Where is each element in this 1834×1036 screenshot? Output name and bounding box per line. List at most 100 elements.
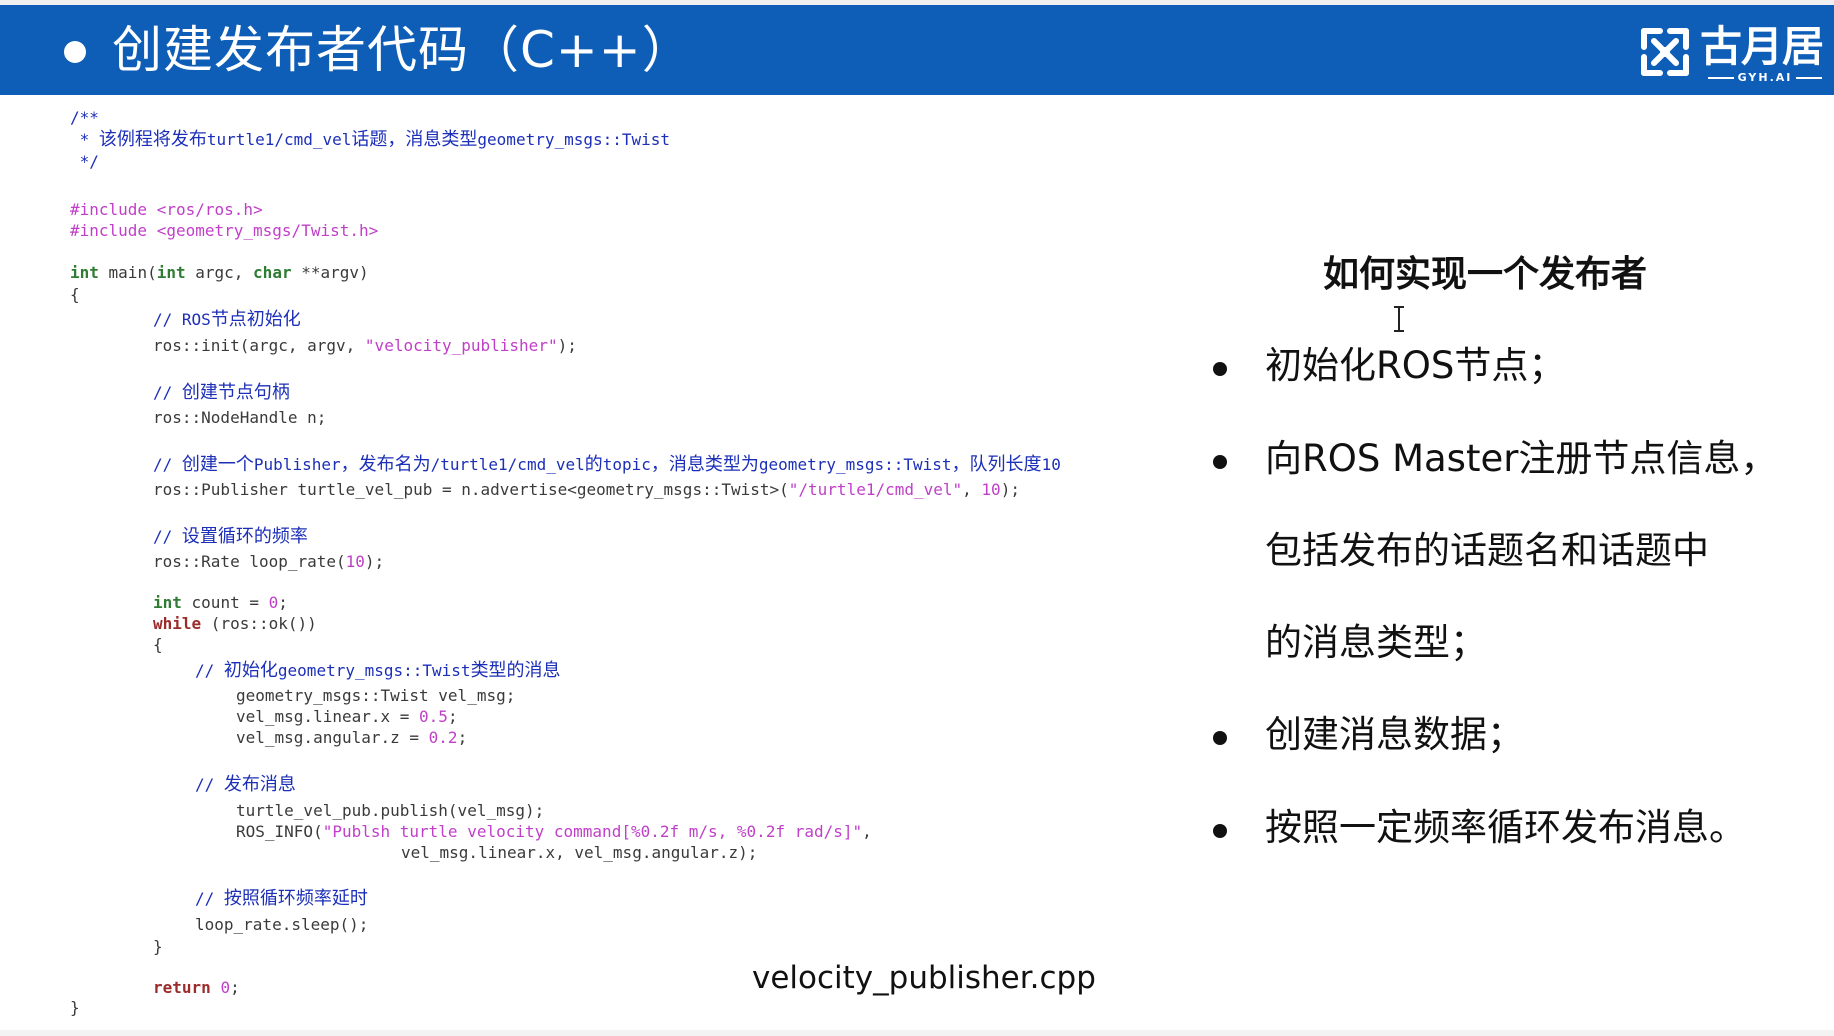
code-text: ; bbox=[278, 593, 288, 612]
code-keyword: int bbox=[70, 263, 99, 282]
code-string: "velocity_publisher" bbox=[364, 336, 558, 355]
point-create-message: 创建消息数据； bbox=[1265, 713, 1524, 756]
code-text: geometry_msgs::Twist bbox=[758, 455, 952, 474]
code-text: * bbox=[70, 130, 99, 149]
code-text: main( bbox=[98, 263, 157, 282]
code-line: } bbox=[70, 997, 80, 1019]
code-line: return 0; bbox=[153, 977, 240, 999]
code-text: turtle1/cmd_vel bbox=[206, 130, 352, 149]
title-bullet bbox=[64, 41, 86, 63]
code-line: #include <geometry_msgs/Twist.h> bbox=[70, 220, 378, 242]
logo-text: 古月居 bbox=[1700, 22, 1824, 71]
code-line: ros::NodeHandle n; bbox=[153, 407, 326, 429]
code-text: ros::Rate loop_rate( bbox=[153, 552, 346, 571]
code-text: { bbox=[70, 285, 80, 304]
code-line: /** bbox=[70, 107, 99, 129]
code-number: 0 bbox=[220, 978, 231, 997]
point-register-master-cont2: 的消息类型； bbox=[1265, 621, 1487, 664]
code-comment: // 按照循环频率延时 bbox=[195, 888, 368, 910]
slide-title: 创建发布者代码（C++） bbox=[112, 21, 693, 79]
slide-header: 创建发布者代码（C++） 古月居 GYH.AI bbox=[0, 5, 1834, 95]
logo-subtext: GYH.AI bbox=[1700, 71, 1830, 85]
code-text: 设置循环的频率 bbox=[181, 526, 308, 547]
code-text: ros::init(argc, argv, bbox=[153, 336, 365, 355]
code-keyword: return bbox=[153, 978, 211, 997]
bottom-edge bbox=[0, 1030, 1834, 1036]
code-text: loop_rate.sleep(); bbox=[195, 915, 369, 934]
code-text: ROS bbox=[181, 310, 211, 329]
code-text: 的 bbox=[584, 454, 603, 475]
code-text: } bbox=[70, 998, 80, 1017]
code-comment: // 初始化geometry_msgs::Twist类型的消息 bbox=[195, 660, 561, 682]
code-comment: // 创建一个Publisher，发布名为/turtle1/cmd_vel的to… bbox=[153, 454, 1061, 476]
code-text: Publisher bbox=[253, 455, 341, 474]
code-text: geometry_msgs::Twist bbox=[277, 661, 471, 680]
point-register-master-cont: 包括发布的话题名和话题中 bbox=[1265, 529, 1709, 572]
code-number: 0.2 bbox=[428, 728, 458, 747]
code-text: ); bbox=[364, 552, 385, 571]
code-text: // bbox=[195, 889, 224, 908]
text-cursor-icon bbox=[1394, 306, 1404, 332]
bullet-dot bbox=[1213, 731, 1227, 745]
code-keyword: int bbox=[156, 263, 186, 282]
code-text: // bbox=[153, 383, 182, 402]
point-init-node: 初始化ROS节点； bbox=[1265, 344, 1566, 387]
code-keyword: while bbox=[153, 614, 202, 633]
code-number: 0 bbox=[268, 593, 279, 612]
code-line: vel_msg.angular.z = 0.2; bbox=[236, 727, 467, 749]
code-text: vel_msg.linear.x = bbox=[236, 707, 420, 726]
code-number: 10 bbox=[981, 480, 1001, 499]
code-text: /turtle1/cmd_vel bbox=[430, 455, 585, 474]
bullet-dot bbox=[1213, 362, 1227, 376]
code-string: "/turtle1/cmd_vel" bbox=[788, 480, 963, 499]
code-line: ROS_INFO("Publsh turtle velocity command… bbox=[236, 821, 872, 843]
bullet-dot bbox=[1213, 455, 1227, 469]
code-text: /** bbox=[70, 108, 99, 127]
code-text: (ros::ok()) bbox=[201, 614, 317, 633]
code-filename: velocity_publisher.cpp bbox=[752, 960, 1096, 996]
code-line: vel_msg.linear.x, vel_msg.angular.z); bbox=[401, 842, 757, 864]
code-line: while (ros::ok()) bbox=[153, 613, 317, 635]
code-text: geometry_msgs::Twist vel_msg; bbox=[236, 686, 516, 705]
point-register-master: 向ROS Master注册节点信息， bbox=[1265, 437, 1778, 480]
code-line: */ bbox=[70, 151, 99, 173]
code-line: * 该例程将发布turtle1/cmd_vel话题，消息类型geometry_m… bbox=[70, 129, 670, 151]
code-text: // bbox=[153, 310, 182, 329]
code-text: 按照循环频率延时 bbox=[223, 888, 368, 909]
code-text: #include <ros/ros.h> bbox=[70, 200, 263, 219]
code-line: int main(int argc, char **argv) bbox=[70, 262, 369, 284]
code-text: ros::Publisher turtle_vel_pub = n.advert… bbox=[153, 480, 789, 499]
code-number: 0.5 bbox=[419, 707, 448, 726]
gyh-logo-icon bbox=[1641, 28, 1689, 76]
panel-title: 如何实现一个发布者 bbox=[1322, 254, 1647, 295]
code-number: 10 bbox=[345, 552, 365, 571]
code-text: // bbox=[153, 455, 182, 474]
code-line: } bbox=[153, 936, 163, 958]
code-text: count = bbox=[181, 593, 269, 612]
code-text: // bbox=[153, 527, 182, 546]
code-text: ); bbox=[1000, 480, 1020, 499]
code-keyword: int bbox=[153, 593, 182, 612]
code-text: ; bbox=[457, 728, 468, 747]
code-text: ; bbox=[230, 978, 240, 997]
code-text: } bbox=[153, 937, 163, 956]
code-string: "Publsh turtle velocity command[%0.2f m/… bbox=[322, 822, 863, 841]
code-text: #include <geometry_msgs/Twist.h> bbox=[70, 221, 379, 240]
code-text: ROS_INFO( bbox=[236, 822, 323, 841]
logo: 古月居 GYH.AI bbox=[1630, 19, 1830, 91]
code-text: ，队列长度 bbox=[951, 454, 1042, 475]
code-text: , bbox=[862, 822, 872, 841]
code-line: ros::Rate loop_rate(10); bbox=[153, 551, 384, 573]
point-publish-loop: 按照一定频率循环发布消息。 bbox=[1265, 806, 1746, 849]
code-line: geometry_msgs::Twist vel_msg; bbox=[236, 685, 515, 707]
code-text: 创建一个 bbox=[181, 454, 254, 475]
code-text: , bbox=[962, 480, 982, 499]
code-text: ros::NodeHandle n; bbox=[153, 408, 327, 427]
code-text: 10 bbox=[1041, 455, 1061, 474]
code-comment: // 发布消息 bbox=[195, 774, 296, 796]
code-line: loop_rate.sleep(); bbox=[195, 914, 368, 936]
code-line: { bbox=[153, 634, 163, 656]
code-text: turtle_vel_pub.publish(vel_msg); bbox=[236, 801, 545, 820]
code-text: */ bbox=[70, 152, 99, 171]
